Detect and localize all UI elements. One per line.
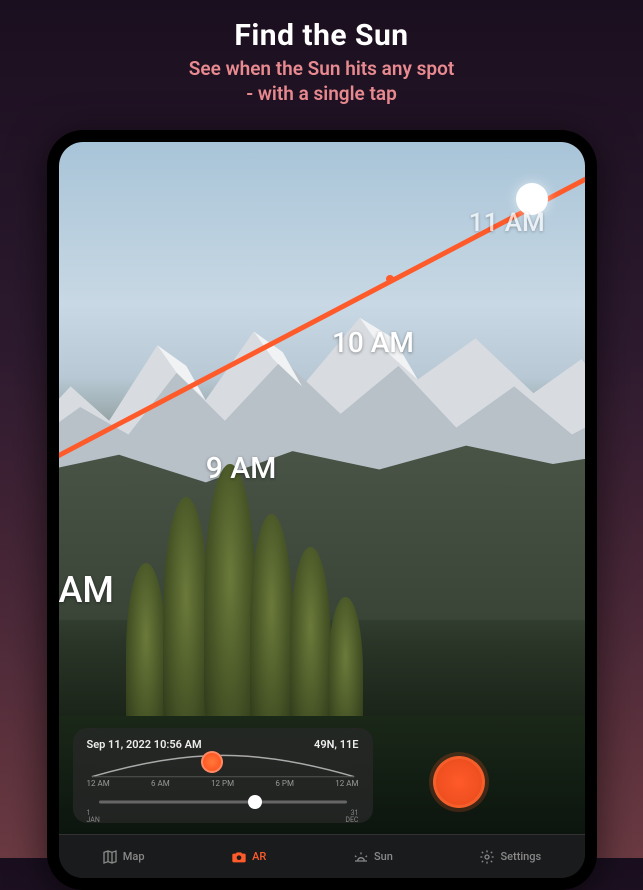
time-label-9am: 9 AM [206,451,277,486]
promo-title: Find the Sun [0,18,643,53]
date-slider-track [99,801,347,804]
tab-label: Sun [374,850,393,863]
tab-map[interactable]: Map [102,849,145,865]
app-screen: AM 9 AM 10 AM 11 AM Sep 11, 2022 10:56 A… [59,142,585,878]
capture-button[interactable] [433,756,485,808]
datetime-label[interactable]: Sep 11, 2022 10:56 AM [87,738,202,751]
date-slider-labels: 1 JAN 31 DEC [87,810,359,824]
device-frame: AM 9 AM 10 AM 11 AM Sep 11, 2022 10:56 A… [47,130,597,890]
tab-sun[interactable]: Sun [353,849,393,865]
tab-label: Settings [500,850,541,863]
tab-label: Map [123,850,145,863]
camera-icon [231,849,247,865]
tab-label: AR [252,850,266,863]
time-controls-panel: Sep 11, 2022 10:56 AM 49N, 11E 12 AM 6 A… [73,728,373,823]
foothills-backdrop [59,436,585,620]
promo-subtitle: See when the Sun hits any spot - with a … [0,57,643,106]
time-label-8am: AM [59,569,114,611]
map-icon [102,849,118,865]
tab-ar[interactable]: AR [231,849,266,865]
date-slider[interactable] [87,794,359,810]
time-label-11am: 11 AM [469,208,545,238]
path-dot-10am [386,275,394,283]
date-slider-thumb[interactable] [248,795,262,809]
gear-icon [479,849,495,865]
sunrise-icon [353,849,369,865]
tab-settings[interactable]: Settings [479,849,541,865]
sun-elevation-arc[interactable] [87,753,359,781]
tab-bar: Map AR Sun Settings [59,834,585,878]
time-label-10am: 10 AM [332,326,414,359]
promo-header: Find the Sun See when the Sun hits any s… [0,0,643,106]
location-label[interactable]: 49N, 11E [314,738,358,751]
